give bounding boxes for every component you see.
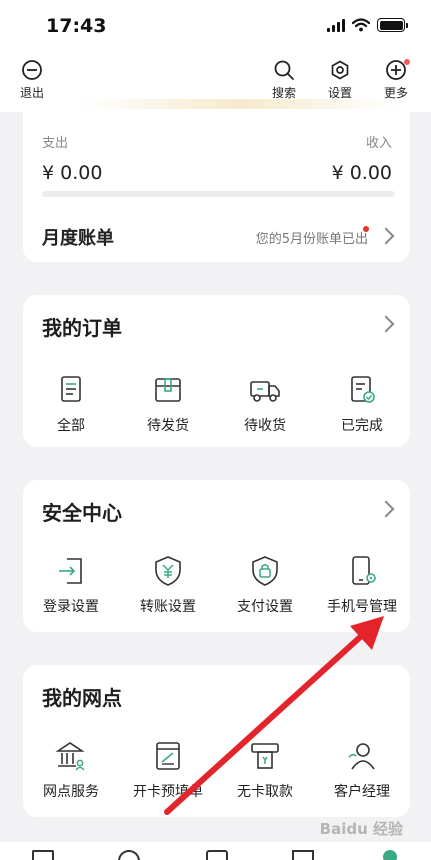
expense-label: 支出 xyxy=(42,136,69,151)
bookmark-tab-icon[interactable] xyxy=(292,850,314,860)
order-item-all[interactable]: 全部 xyxy=(23,373,119,435)
security-item-label: 登录设置 xyxy=(43,599,99,615)
order-item-label: 待发货 xyxy=(147,418,189,434)
shopping-bag-tab-icon[interactable] xyxy=(206,850,228,860)
outlets-header[interactable]: 我的网点 xyxy=(23,665,410,721)
security-item-label: 手机号管理 xyxy=(327,599,397,615)
more-label: 更多 xyxy=(384,86,409,100)
completed-document-icon xyxy=(351,376,375,403)
chevron-right-icon xyxy=(377,500,395,518)
package-box-icon xyxy=(155,378,181,402)
bank-outlet-icon xyxy=(55,742,85,771)
status-bar: 17:43 xyxy=(0,0,431,52)
order-item-completed[interactable]: 已完成 xyxy=(314,373,410,435)
chevron-right-icon xyxy=(377,227,395,245)
security-item-label: 支付设置 xyxy=(237,599,293,615)
monthly-bill-note: 您的5月份账单已出 xyxy=(255,232,368,247)
monthly-bill-label: 月度账单 xyxy=(42,228,114,249)
income-label: 收入 xyxy=(365,136,392,151)
security-header[interactable]: 安全中心 xyxy=(23,480,410,536)
order-item-label: 待收货 xyxy=(244,418,286,434)
more-button[interactable]: 更多 xyxy=(384,58,411,101)
logout-button[interactable]: 退出 xyxy=(20,58,44,101)
security-item-phone[interactable]: 手机号管理 xyxy=(314,554,410,616)
profile-tab-indicator[interactable] xyxy=(383,850,397,860)
payment-lock-shield-icon xyxy=(252,556,278,586)
outlet-item-label: 开卡预填单 xyxy=(133,784,203,800)
balance-progress-bar xyxy=(42,191,395,197)
yuan-shield-icon xyxy=(155,556,181,586)
home-tab-icon[interactable] xyxy=(32,850,54,860)
order-item-label: 已完成 xyxy=(341,418,383,434)
document-list-icon xyxy=(61,376,81,402)
order-item-label: 全部 xyxy=(57,418,85,434)
bottom-tab-bar xyxy=(0,842,431,860)
status-icons xyxy=(327,18,408,32)
cellular-signal-icon xyxy=(327,18,345,32)
security-item-payment[interactable]: 支付设置 xyxy=(217,554,313,616)
outlet-item-account-manager[interactable]: 客户经理 xyxy=(314,739,410,801)
delivery-truck-icon xyxy=(250,381,280,402)
security-item-login[interactable]: 登录设置 xyxy=(23,554,119,616)
security-item-transfer[interactable]: 转账设置 xyxy=(120,554,216,616)
monthly-bill-row[interactable]: 月度账单 您的5月份账单已出 xyxy=(23,210,410,260)
outlets-title: 我的网点 xyxy=(42,686,122,710)
orders-card: 我的订单 全部 待发货 待收货 已完成 xyxy=(23,295,410,447)
outlet-item-cardless-withdrawal[interactable]: 无卡取款 xyxy=(217,739,313,801)
order-item-to-ship[interactable]: 待发货 xyxy=(120,373,216,435)
card-form-icon xyxy=(156,742,180,770)
battery-icon xyxy=(377,18,408,32)
outlet-item-card-form[interactable]: 开卡预填单 xyxy=(120,739,216,801)
search-button[interactable]: 搜索 xyxy=(272,58,296,101)
atm-cash-icon xyxy=(251,743,279,769)
logout-icon xyxy=(22,60,42,80)
outlet-item-service[interactable]: 网点服务 xyxy=(23,739,119,801)
orders-title: 我的订单 xyxy=(42,316,122,340)
top-navigation: 退出 搜索 设置 更多 xyxy=(0,52,431,112)
expense-amount: ¥ 0.00 xyxy=(42,162,103,184)
order-item-to-receive[interactable]: 待收货 xyxy=(217,373,313,435)
outlet-item-label: 网点服务 xyxy=(43,784,99,800)
income-expense-card: 支出 收入 ¥ 0.00 ¥ 0.00 月度账单 您的5月份账单已出 xyxy=(23,112,410,262)
settings-button[interactable]: 设置 xyxy=(328,58,352,101)
outlets-card: 我的网点 网点服务 开卡预填单 无卡取款 客户经理 xyxy=(23,665,410,817)
outlet-item-label: 客户经理 xyxy=(334,784,390,800)
wifi-icon xyxy=(352,18,370,32)
phone-settings-icon xyxy=(352,556,376,585)
logout-label: 退出 xyxy=(20,86,45,100)
security-title: 安全中心 xyxy=(42,501,122,525)
login-icon xyxy=(59,558,82,584)
gear-icon xyxy=(331,60,349,80)
watermark: Baidu 经验 xyxy=(319,820,403,838)
security-card: 安全中心 登录设置 转账设置 支付设置 手机号管理 xyxy=(23,480,410,632)
face-tab-icon[interactable] xyxy=(118,850,140,860)
search-icon xyxy=(274,60,294,80)
security-item-label: 转账设置 xyxy=(140,599,196,615)
bill-notification-dot xyxy=(363,226,369,232)
outlet-item-label: 无卡取款 xyxy=(237,784,293,800)
chevron-right-icon xyxy=(377,315,395,333)
search-label: 搜索 xyxy=(272,86,297,100)
notification-dot xyxy=(404,59,411,65)
manager-person-icon xyxy=(348,743,375,770)
status-time: 17:43 xyxy=(46,15,107,37)
orders-header[interactable]: 我的订单 xyxy=(23,295,410,349)
settings-label: 设置 xyxy=(328,86,353,100)
income-amount: ¥ 0.00 xyxy=(331,162,392,184)
